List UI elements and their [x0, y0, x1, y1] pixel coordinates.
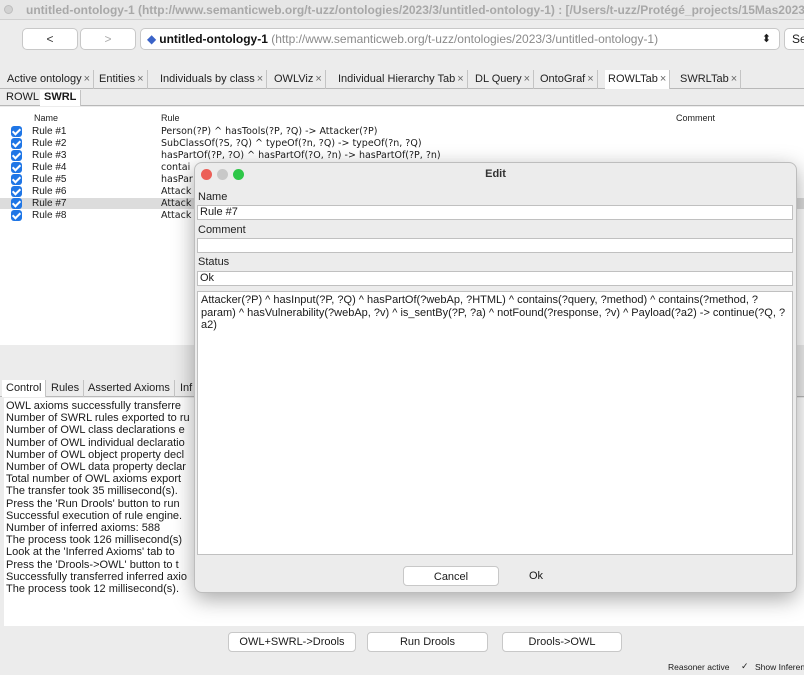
tab-ontograf[interactable]: OntoGraf × [537, 70, 598, 89]
rule-name: Rule #7 [32, 198, 67, 209]
window-titlebar: untitled-ontology-1 (http://www.semantic… [0, 0, 804, 20]
rule-status-field: Ok [197, 271, 793, 286]
run-drools-button[interactable]: Run Drools [367, 632, 488, 652]
status-bar: Reasoner active ✓ Show Inferen [0, 658, 804, 675]
rule-text: Attack [161, 210, 192, 221]
dialog-close-icon[interactable] [201, 169, 212, 180]
tab-label: Entities [99, 73, 136, 85]
tab-asserted-axioms[interactable]: Asserted Axioms [84, 380, 175, 397]
close-tab-icon[interactable]: × [315, 73, 321, 85]
forward-button[interactable]: > [80, 28, 136, 50]
rule-text-editor[interactable]: Attacker(?P) ^ hasInput(?P, ?Q) ^ hasPar… [197, 291, 793, 555]
rule-enabled-checkbox[interactable] [11, 138, 22, 149]
table-row[interactable]: Rule #2 SubClassOf(?S, ?Q) ^ typeOf(?n, ?… [0, 138, 804, 149]
tab-individual-hierarchy[interactable]: Individual Hierarchy Tab × [335, 70, 468, 89]
tab-label: Active ontology [7, 73, 82, 85]
tab-label: ROWLTab [608, 73, 658, 85]
tab-swrltab[interactable]: SWRLTab × [677, 70, 742, 89]
ok-button[interactable]: Ok [503, 566, 569, 586]
ontology-name: untitled-ontology-1 [159, 32, 268, 46]
rule-text: hasPar [161, 174, 193, 185]
rule-name: Rule #4 [32, 162, 67, 173]
rule-enabled-checkbox[interactable] [11, 186, 22, 197]
close-tab-icon[interactable]: × [457, 73, 463, 85]
rule-name: Rule #1 [32, 126, 67, 137]
rule-name: Rule #5 [32, 174, 67, 185]
show-inferences-checkmark-icon[interactable]: ✓ [741, 661, 749, 672]
tab-label: SWRLTab [680, 73, 729, 85]
cancel-button[interactable]: Cancel [403, 566, 499, 586]
tab-active-ontology[interactable]: Active ontology × [4, 70, 95, 89]
rule-enabled-checkbox[interactable] [11, 198, 22, 209]
tab-label: Individual Hierarchy Tab [338, 73, 456, 85]
close-tab-icon[interactable]: × [660, 73, 666, 85]
tab-rowl[interactable]: ROWL [2, 90, 44, 106]
window-title: untitled-ontology-1 (http://www.semantic… [26, 3, 804, 17]
ontology-diamond-icon: ◆ [147, 32, 157, 46]
tab-swrl[interactable]: SWRL [40, 90, 82, 106]
dialog-zoom-icon[interactable] [233, 169, 244, 180]
tab-rules[interactable]: Rules [47, 380, 85, 397]
edit-rule-dialog: Edit Name Rule #7 Comment Status Ok Atta… [194, 162, 797, 593]
column-header-rule[interactable]: Rule [161, 113, 180, 123]
search-button[interactable]: Sear [784, 28, 804, 50]
window-close-icon[interactable] [4, 5, 13, 14]
table-row[interactable]: Rule #1 Person(?P) ^ hasTools(?P, ?Q) -> … [0, 126, 804, 137]
rule-name: Rule #2 [32, 138, 67, 149]
rule-text: contai [161, 162, 191, 173]
tab-dl-query[interactable]: DL Query × [472, 70, 535, 89]
table-row[interactable]: Rule #3 hasPartOf(?P, ?O) ^ hasPartOf(?O,… [0, 150, 804, 161]
tab-label: Individuals by class [160, 73, 255, 85]
rule-comment-field[interactable] [197, 238, 793, 253]
tab-label: OntoGraf [540, 73, 586, 85]
rule-text: SubClassOf(?S, ?Q) ^ typeOf(?n, ?Q) -> t… [161, 138, 422, 149]
rule-name: Rule #3 [32, 150, 67, 161]
rule-enabled-checkbox[interactable] [11, 150, 22, 161]
tab-entities[interactable]: Entities × [96, 70, 148, 89]
tab-label: OWLViz [274, 73, 314, 85]
tab-owlviz[interactable]: OWLViz × [271, 70, 326, 89]
rule-enabled-checkbox[interactable] [11, 174, 22, 185]
reasoner-status: Reasoner active [668, 662, 730, 672]
tab-label: DL Query [475, 73, 522, 85]
back-button[interactable]: < [22, 28, 78, 50]
rule-enabled-checkbox[interactable] [11, 210, 22, 221]
rule-name-field[interactable]: Rule #7 [197, 205, 793, 220]
rule-text: Person(?P) ^ hasTools(?P, ?Q) -> Attacke… [161, 126, 378, 137]
ontology-nav-bar: < > ◆ untitled-ontology-1 (http://www.sem… [0, 20, 804, 64]
close-tab-icon[interactable]: × [84, 73, 90, 85]
tab-individuals-by-class[interactable]: Individuals by class × [157, 70, 268, 89]
active-ontology-selector[interactable]: ◆ untitled-ontology-1 (http://www.semanti… [140, 28, 780, 50]
dialog-title: Edit [485, 168, 506, 180]
close-tab-icon[interactable]: × [731, 73, 737, 85]
show-inferences-label[interactable]: Show Inferen [755, 662, 804, 672]
comment-label: Comment [198, 224, 246, 236]
rule-name: Rule #8 [32, 210, 67, 221]
column-header-name[interactable]: Name [34, 113, 58, 123]
close-tab-icon[interactable]: × [524, 73, 530, 85]
rule-enabled-checkbox[interactable] [11, 162, 22, 173]
rule-enabled-checkbox[interactable] [11, 126, 22, 137]
dialog-minimize-icon[interactable] [217, 169, 228, 180]
owl-swrl-to-drools-button[interactable]: OWL+SWRL->Drools [228, 632, 356, 652]
tab-control[interactable]: Control [2, 380, 47, 397]
rule-text: Attack [161, 186, 192, 197]
drools-to-owl-button[interactable]: Drools->OWL [502, 632, 622, 652]
column-header-comment[interactable]: Comment [676, 113, 715, 123]
tab-rowltab[interactable]: ROWLTab × [605, 70, 671, 89]
rule-name: Rule #6 [32, 186, 67, 197]
close-tab-icon[interactable]: × [257, 73, 263, 85]
rowl-swrl-tabs: ROWL SWRL [0, 90, 804, 106]
close-tab-icon[interactable]: × [137, 73, 143, 85]
status-label: Status [198, 256, 230, 268]
chevron-updown-icon[interactable]: ⬍ [762, 29, 771, 49]
rule-text: Attack [161, 198, 192, 209]
close-tab-icon[interactable]: × [587, 73, 593, 85]
ontology-iri: (http://www.semanticweb.org/t-uzz/ontolo… [271, 32, 659, 46]
name-label: Name [198, 191, 228, 203]
rule-text: hasPartOf(?P, ?O) ^ hasPartOf(?O, ?n) ->… [161, 150, 441, 161]
main-tab-bar: Active ontology × Entities × Individuals b… [0, 70, 804, 89]
